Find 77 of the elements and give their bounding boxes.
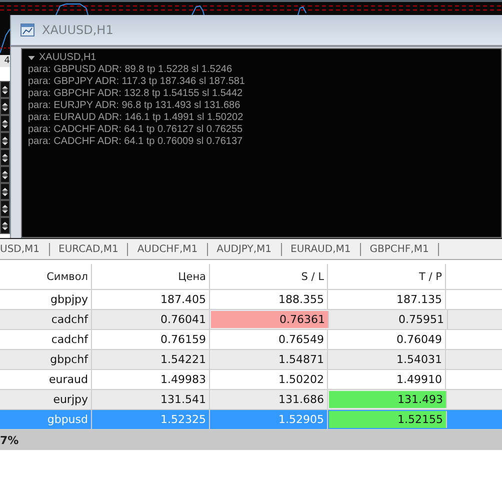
indicator-button[interactable] [0, 115, 10, 132]
indicator-button[interactable] [0, 183, 10, 200]
column-header[interactable]: T / P [328, 264, 446, 289]
axis-label: 4 [0, 55, 10, 67]
table-cell: cadchf [0, 330, 92, 349]
up-down-arrows-icon [2, 136, 8, 144]
table-cell: 0.76041 [92, 310, 210, 329]
log-line: para: EURJPY ADR: 96.8 tp 131.493 sl 131.686 [28, 100, 242, 112]
table-cell: gbpusd [0, 410, 92, 429]
indicator-button[interactable] [0, 81, 10, 98]
log-line: para: GBPUSD ADR: 89.8 tp 1.5228 sl 1.5246 [28, 64, 234, 76]
log-line: para: GBPJPY ADR: 117.3 tp 187.346 sl 187.581 [28, 76, 246, 88]
table-row[interactable]: gbpjpy 187.405 188.355 187.135 [0, 290, 502, 310]
table-cell: cadchf [0, 310, 92, 329]
table-cell: eurjpy [0, 390, 92, 409]
table-cell: 1.54871 [210, 350, 328, 369]
collapse-triangle-icon[interactable] [28, 56, 35, 60]
table-cell: 0.76159 [92, 330, 210, 349]
table-cell: 1.49983 [92, 370, 210, 389]
chart-tab[interactable]: AUDCHF,M1 [128, 244, 207, 254]
up-down-arrows-icon [2, 188, 8, 196]
table-cell: 0.75951 [330, 310, 448, 329]
column-header[interactable]: S / L [210, 264, 328, 289]
table-cell: gbpchf [0, 350, 92, 369]
chart-tab[interactable]: EURCAD,M1 [50, 244, 128, 254]
up-down-arrows-icon [2, 154, 8, 162]
up-down-arrows-icon [2, 120, 8, 128]
column-header[interactable]: Цена [92, 264, 210, 289]
column-header[interactable]: Символ [0, 264, 92, 289]
chart-tab[interactable]: GBPCHF,M1 [360, 244, 438, 254]
table-row[interactable]: cadchf 0.76159 0.76549 0.76049 [0, 330, 502, 350]
status-text: 7% [0, 434, 19, 446]
log-line: para: EURAUD ADR: 146.1 tp 1.4991 sl 1.50202 [28, 112, 244, 124]
table-cell: 1.52155 [329, 411, 447, 428]
indicator-button[interactable] [0, 217, 10, 234]
up-down-arrows-icon [2, 222, 8, 230]
indicator-button[interactable] [0, 166, 10, 183]
indicator-button[interactable] [0, 200, 10, 217]
up-down-arrows-icon [2, 170, 8, 178]
table-row[interactable]: gbpchf 1.54221 1.54871 1.54031 [0, 350, 502, 370]
table-cell: 131.541 [92, 390, 210, 409]
price-chart-fragment [0, 15, 10, 55]
table-row[interactable]: cadchf 0.76041 0.76361 0.75951 [0, 310, 502, 330]
table-cell: 0.76049 [328, 330, 446, 349]
up-down-arrows-icon [2, 102, 8, 110]
chart-window-icon [20, 22, 36, 38]
table-cell: 187.405 [92, 290, 210, 309]
log-line: para: CADCHF ADR: 64.1 tp 0.76127 sl 0.76255 [28, 124, 244, 136]
chart-tab[interactable]: EURAUD,M1 [282, 244, 360, 254]
log-line: para: CADCHF ADR: 64.1 tp 0.76009 sl 0.76137 [28, 136, 244, 148]
log-line: para: GBPCHF ADR: 132.8 tp 1.54155 sl 1.5442 [28, 88, 244, 100]
table-cell: 131.493 [329, 391, 447, 408]
table-cell: 1.52325 [92, 410, 210, 429]
window-title: XAUUSD,H1 [42, 23, 114, 37]
chart-tab[interactable]: AUDJPY,M1 [208, 244, 281, 254]
table-cell: 0.76361 [211, 311, 329, 328]
table-cell: 0.76549 [210, 330, 328, 349]
up-down-arrows-icon [2, 204, 8, 212]
table-row[interactable]: euraud 1.49983 1.50202 1.49910 [0, 370, 502, 390]
table-cell: 1.54221 [92, 350, 210, 369]
table-row[interactable]: eurjpy 131.541 131.686 131.493 [0, 390, 502, 410]
table-cell: 1.50202 [210, 370, 328, 389]
table-cell: 188.355 [210, 290, 328, 309]
table-cell: 1.52905 [210, 410, 328, 429]
table-cell: 187.135 [328, 290, 446, 309]
table-cell: 1.49910 [328, 370, 446, 389]
table-cell: 131.686 [210, 390, 328, 409]
table-cell: 1.54031 [328, 350, 446, 369]
indicator-button[interactable] [0, 132, 10, 149]
log-header: XAUUSD,H1 [39, 52, 96, 64]
table-cell: euraud [0, 370, 92, 389]
table-cell: gbpjpy [0, 290, 92, 309]
table-row[interactable]: gbpusd 1.52325 1.52905 1.52155 [0, 410, 502, 430]
indicator-button[interactable] [0, 98, 10, 115]
up-down-arrows-icon [2, 86, 8, 94]
indicator-button[interactable] [0, 149, 10, 166]
chart-tab[interactable]: USD,M1 [0, 244, 49, 254]
